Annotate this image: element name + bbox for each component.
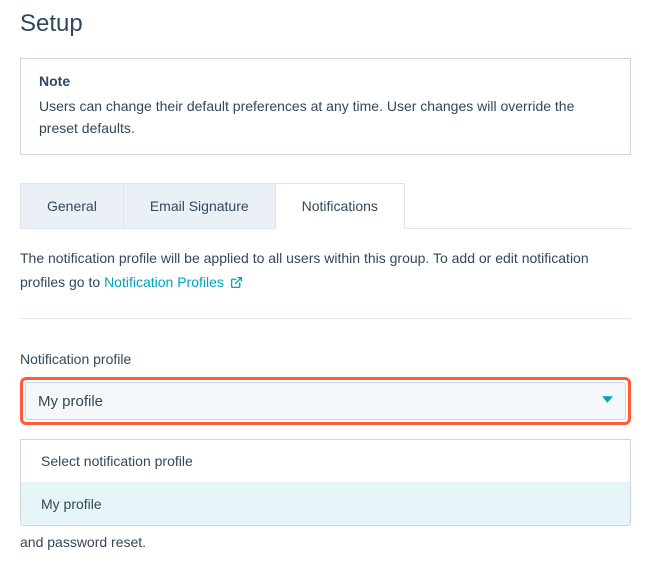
dropdown-option-placeholder[interactable]: Select notification profile <box>21 440 630 483</box>
dropdown-option-my-profile[interactable]: My profile <box>21 483 630 525</box>
note-title: Note <box>39 73 612 89</box>
notifications-description: The notification profile will be applied… <box>20 247 631 320</box>
tabs-container: General Email Signature Notifications <box>20 183 631 229</box>
trailing-text: and password reset. <box>20 534 631 550</box>
select-highlight-annotation: My profile <box>20 377 631 425</box>
tab-notifications[interactable]: Notifications <box>275 183 405 229</box>
notification-profile-label: Notification profile <box>20 351 631 367</box>
tab-general[interactable]: General <box>20 183 123 229</box>
caret-down-icon <box>602 392 613 410</box>
notification-profile-select[interactable]: My profile <box>25 382 626 420</box>
select-value: My profile <box>38 393 103 410</box>
note-box: Note Users can change their default pref… <box>20 58 631 155</box>
tab-email-signature[interactable]: Email Signature <box>123 183 275 229</box>
notification-profile-dropdown: Select notification profile My profile <box>20 439 631 526</box>
notification-profiles-link[interactable]: Notification Profiles <box>104 274 243 290</box>
page-title: Setup <box>20 10 631 38</box>
external-link-icon <box>230 273 243 297</box>
link-text: Notification Profiles <box>104 274 224 290</box>
note-body: Users can change their default preferenc… <box>39 95 612 140</box>
